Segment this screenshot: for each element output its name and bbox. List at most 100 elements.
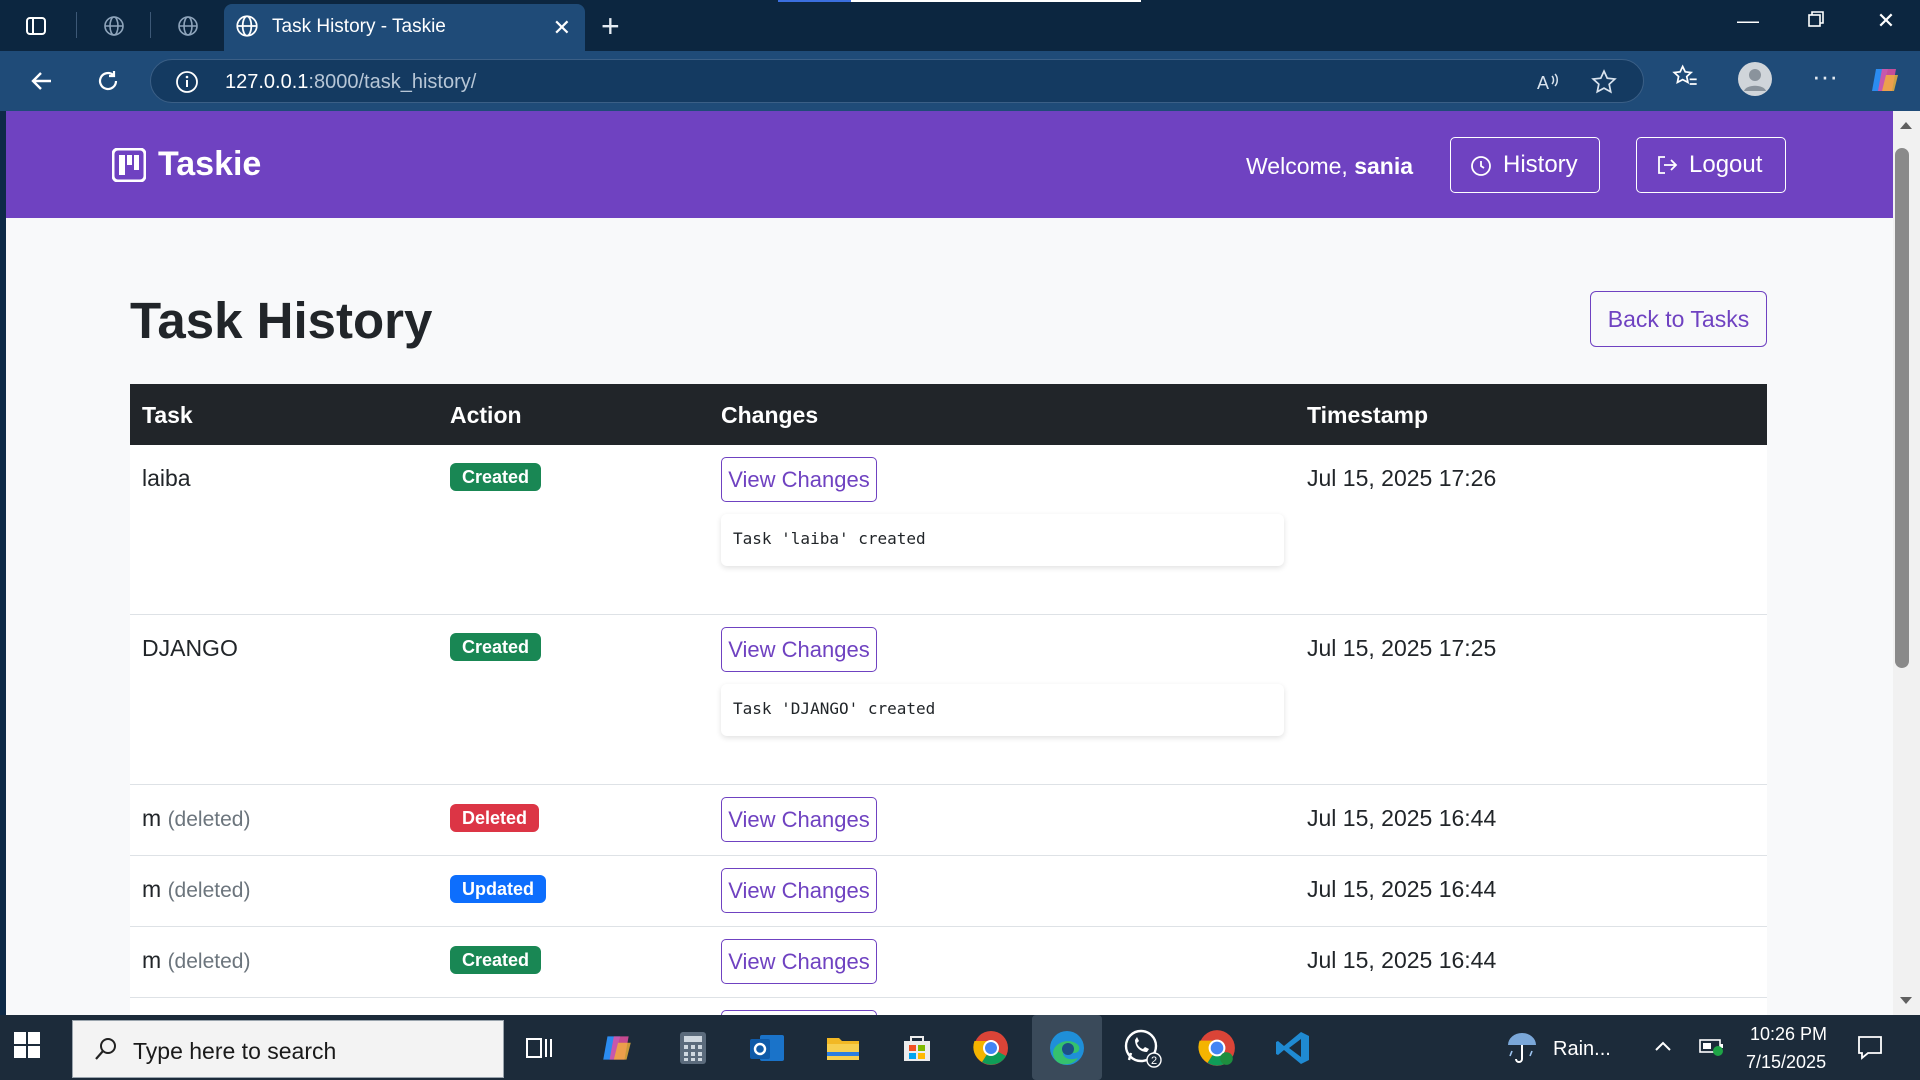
history-label: History bbox=[1503, 151, 1578, 178]
table-header: Task Action Changes Timestamp bbox=[130, 384, 1767, 445]
deleted-note: (deleted) bbox=[167, 808, 251, 831]
windows-start-icon[interactable] bbox=[14, 1032, 40, 1063]
header-action: Action bbox=[450, 402, 522, 428]
logout-icon bbox=[1658, 156, 1678, 174]
page-title: Task History bbox=[130, 292, 433, 349]
table-row: m (deleted) Created View Changes Jul 15,… bbox=[130, 927, 1767, 998]
app-navbar: Taskie Welcome, sania History Logout bbox=[6, 111, 1893, 218]
microsoft-store-icon[interactable] bbox=[896, 1027, 938, 1069]
whatsapp-icon[interactable]: 2 bbox=[1122, 1027, 1164, 1069]
globe-icon[interactable] bbox=[174, 12, 202, 40]
clock-history-icon bbox=[1471, 156, 1491, 176]
table-row: m (deleted) Deleted View Changes Jul 15,… bbox=[130, 785, 1767, 856]
tab-separator bbox=[76, 12, 77, 38]
view-changes-button[interactable]: View Changes bbox=[721, 627, 877, 672]
task-name: m (deleted) bbox=[142, 876, 251, 902]
search-placeholder: Type here to search bbox=[133, 1038, 337, 1064]
close-window-icon[interactable]: ✕ bbox=[1866, 8, 1906, 34]
weather-text[interactable]: Rain... bbox=[1553, 1038, 1611, 1061]
minimize-icon[interactable]: — bbox=[1728, 8, 1768, 34]
back-to-tasks-button[interactable]: Back to Tasks bbox=[1590, 291, 1767, 347]
timestamp: Jul 15, 2025 17:25 bbox=[1307, 635, 1497, 661]
view-changes-button[interactable]: View Changes bbox=[721, 797, 877, 842]
clock-time[interactable]: 10:26 PM bbox=[1750, 1024, 1827, 1045]
calculator-icon[interactable] bbox=[672, 1027, 714, 1069]
view-changes-button[interactable]: View Changes bbox=[721, 939, 877, 984]
edge-icon[interactable] bbox=[1032, 1015, 1102, 1080]
more-options-icon[interactable]: ··· bbox=[1812, 61, 1838, 92]
brand-name: Taskie bbox=[158, 145, 262, 183]
globe-icon[interactable] bbox=[100, 12, 128, 40]
tab-title: Task History - Taskie bbox=[272, 16, 446, 37]
deleted-note: (deleted) bbox=[167, 950, 251, 973]
chrome-icon[interactable] bbox=[970, 1027, 1012, 1069]
view-changes-button[interactable]: View Changes bbox=[721, 457, 877, 502]
task-name: m (deleted) bbox=[142, 805, 251, 831]
active-tab[interactable]: Task History - Taskie ✕ bbox=[224, 4, 585, 51]
tab-actions-icon[interactable] bbox=[22, 12, 50, 40]
refresh-icon[interactable] bbox=[90, 63, 126, 99]
timestamp: Jul 15, 2025 17:26 bbox=[1307, 465, 1497, 491]
browser-tab-bar: Task History - Taskie ✕ + — ✕ bbox=[0, 0, 1920, 51]
action-badge: Created bbox=[450, 633, 542, 661]
url-bar[interactable]: 127.0.0.1:8000/task_history/ A bbox=[150, 59, 1644, 103]
table-row: DJANGO Created View Changes Task 'DJANGO… bbox=[130, 615, 1767, 785]
restore-icon[interactable] bbox=[1796, 8, 1836, 34]
chevron-up-icon[interactable] bbox=[1652, 1035, 1674, 1062]
copilot-app-icon[interactable] bbox=[596, 1027, 638, 1069]
favorite-star-icon[interactable] bbox=[1591, 69, 1617, 100]
weather-rain-icon[interactable] bbox=[1504, 1029, 1540, 1070]
brand-link[interactable]: Taskie bbox=[112, 145, 261, 184]
logout-label: Logout bbox=[1689, 151, 1763, 178]
table-row: laiba Created View Changes Task 'laiba' … bbox=[130, 445, 1767, 615]
site-info-icon[interactable] bbox=[175, 70, 199, 99]
change-detail: Task 'laiba' created bbox=[721, 514, 1284, 566]
task-name: laiba bbox=[142, 465, 191, 491]
action-badge: Created bbox=[450, 463, 542, 491]
logout-button[interactable]: Logout bbox=[1636, 137, 1786, 193]
welcome-text: Welcome, sania bbox=[1246, 153, 1414, 179]
outlook-icon[interactable] bbox=[746, 1027, 788, 1069]
notifications-icon[interactable] bbox=[1856, 1033, 1884, 1066]
windows-taskbar: Type here to search 2 Rain... 10:26 PM 7… bbox=[0, 1015, 1920, 1080]
new-tab-button[interactable]: + bbox=[601, 8, 620, 45]
taskbar-search-box[interactable]: Type here to search bbox=[72, 1020, 504, 1078]
timestamp: Jul 15, 2025 16:44 bbox=[1307, 947, 1497, 973]
close-tab-icon[interactable]: ✕ bbox=[553, 15, 571, 41]
task-view-icon[interactable] bbox=[518, 1027, 560, 1069]
task-name: DJANGO bbox=[142, 635, 238, 661]
file-explorer-icon[interactable] bbox=[822, 1027, 864, 1069]
action-badge: Deleted bbox=[450, 804, 540, 832]
history-button[interactable]: History bbox=[1450, 137, 1600, 193]
task-name: m (deleted) bbox=[142, 947, 251, 973]
kanban-icon bbox=[112, 147, 146, 182]
vscode-icon[interactable] bbox=[1272, 1027, 1314, 1069]
timestamp: Jul 15, 2025 16:44 bbox=[1307, 876, 1497, 902]
deleted-note: (deleted) bbox=[167, 879, 251, 902]
favorites-icon[interactable] bbox=[1671, 63, 1699, 96]
back-icon[interactable] bbox=[24, 63, 60, 99]
url-text: 127.0.0.1:8000/task_history/ bbox=[225, 71, 477, 93]
tab-strip-indicator-accent bbox=[778, 0, 851, 2]
svg-text:A: A bbox=[1537, 73, 1549, 93]
table-row: m (deleted) Updated View Changes Jul 15,… bbox=[130, 856, 1767, 927]
header-task: Task bbox=[142, 402, 193, 428]
battery-icon[interactable] bbox=[1699, 1035, 1727, 1062]
clock-date[interactable]: 7/15/2025 bbox=[1746, 1052, 1826, 1073]
svg-text:2: 2 bbox=[1151, 1055, 1157, 1067]
copilot-icon[interactable] bbox=[1868, 63, 1902, 102]
action-badge: Created bbox=[450, 946, 542, 974]
tab-separator bbox=[150, 12, 151, 38]
username: sania bbox=[1354, 153, 1414, 179]
profile-avatar-icon[interactable] bbox=[1737, 61, 1773, 102]
header-timestamp: Timestamp bbox=[1307, 402, 1429, 428]
timestamp: Jul 15, 2025 16:44 bbox=[1307, 805, 1497, 831]
scrollbar-thumb[interactable] bbox=[1895, 148, 1909, 668]
read-aloud-icon[interactable]: A bbox=[1535, 69, 1561, 100]
globe-icon bbox=[234, 13, 260, 44]
view-changes-button[interactable]: View Changes bbox=[721, 868, 877, 913]
history-table: Task Action Changes Timestamp laiba Crea… bbox=[130, 384, 1767, 1015]
chrome-profile-icon[interactable] bbox=[1196, 1027, 1238, 1069]
table-row bbox=[130, 998, 1767, 1015]
header-changes: Changes bbox=[721, 402, 819, 428]
